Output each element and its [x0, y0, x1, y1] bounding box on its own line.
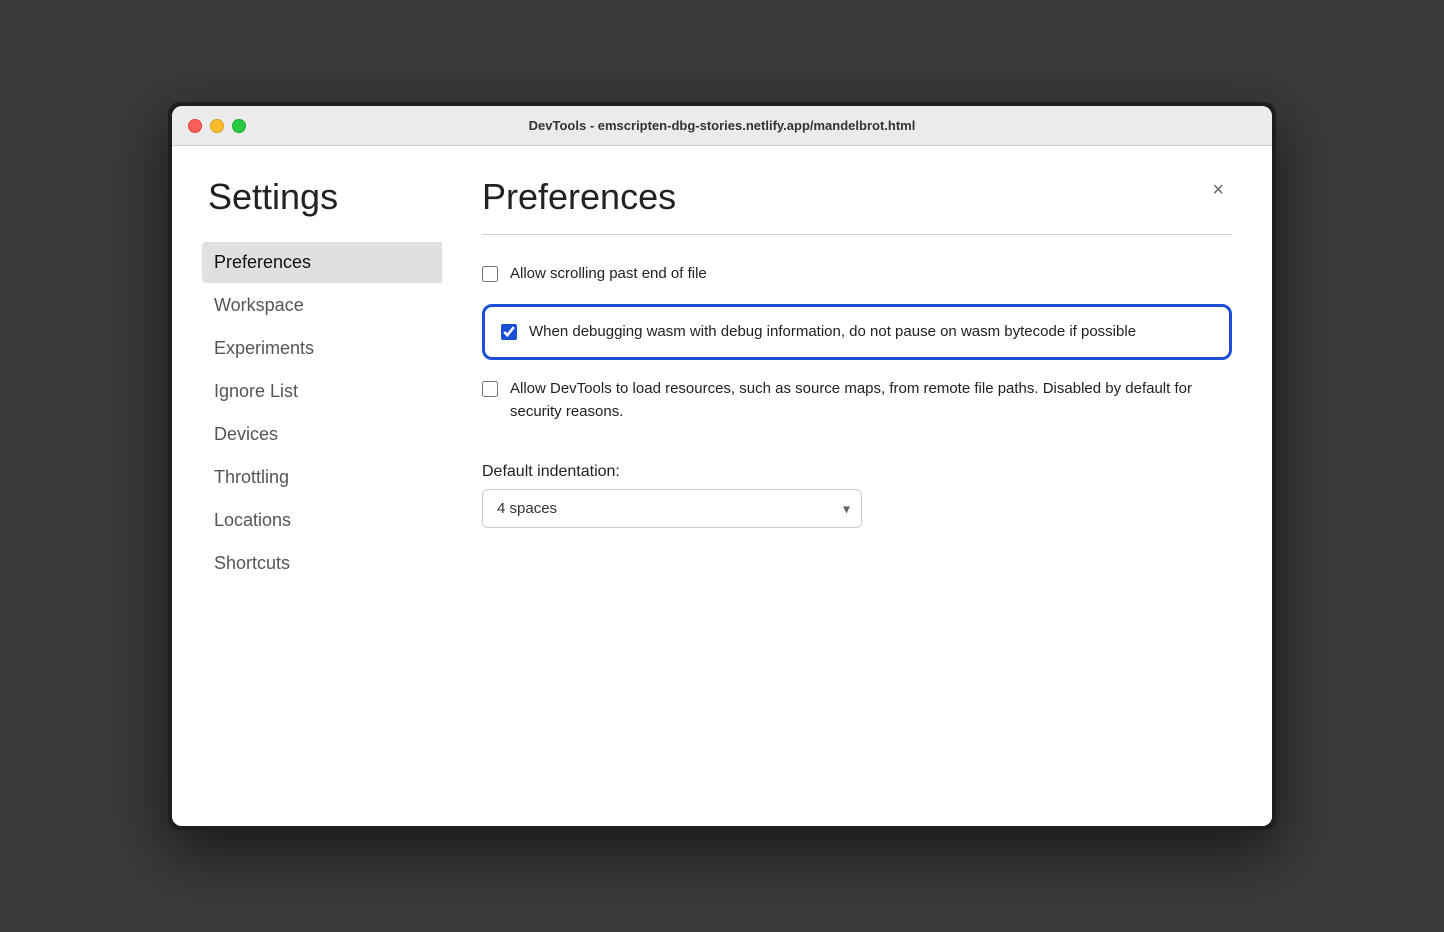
main-window: DevTools - emscripten-dbg-stories.netlif…: [172, 106, 1272, 826]
title-bar: DevTools - emscripten-dbg-stories.netlif…: [172, 106, 1272, 146]
main-content: Settings Preferences Workspace Experimen…: [172, 146, 1272, 826]
wasm-debug-label: When debugging wasm with debug informati…: [529, 321, 1136, 344]
sidebar-item-locations[interactable]: Locations: [202, 500, 442, 541]
minimize-traffic-light[interactable]: [210, 119, 224, 133]
close-traffic-light[interactable]: [188, 119, 202, 133]
maximize-traffic-light[interactable]: [232, 119, 246, 133]
header-divider: [482, 234, 1232, 235]
allow-scrolling-label: Allow scrolling past end of file: [510, 263, 707, 286]
content-header: Preferences ×: [482, 176, 1232, 218]
settings-section: Allow scrolling past end of file When de…: [482, 263, 1232, 528]
content-title: Preferences: [482, 176, 676, 218]
sidebar-item-devices[interactable]: Devices: [202, 414, 442, 455]
wasm-debug-checkbox[interactable]: [501, 324, 517, 340]
sidebar-item-shortcuts[interactable]: Shortcuts: [202, 543, 442, 584]
window-wrapper: DevTools - emscripten-dbg-stories.netlif…: [168, 102, 1276, 830]
indentation-label: Default indentation:: [482, 463, 1232, 481]
remote-paths-checkbox[interactable]: [482, 381, 498, 397]
traffic-lights: [188, 119, 246, 133]
sidebar: Settings Preferences Workspace Experimen…: [172, 146, 442, 826]
allow-scrolling-row: Allow scrolling past end of file: [482, 263, 1232, 286]
sidebar-title: Settings: [202, 176, 442, 218]
remote-paths-label: Allow DevTools to load resources, such a…: [510, 378, 1232, 423]
indentation-dropdown-wrapper: 1 space 2 spaces 4 spaces 8 spaces ▾: [482, 489, 862, 528]
indentation-select[interactable]: 1 space 2 spaces 4 spaces 8 spaces: [482, 489, 862, 528]
wasm-debug-row: When debugging wasm with debug informati…: [482, 304, 1232, 361]
sidebar-item-ignore-list[interactable]: Ignore List: [202, 371, 442, 412]
window-title: DevTools - emscripten-dbg-stories.netlif…: [529, 118, 916, 133]
allow-scrolling-checkbox[interactable]: [482, 266, 498, 282]
sidebar-item-workspace[interactable]: Workspace: [202, 285, 442, 326]
sidebar-item-preferences[interactable]: Preferences: [202, 242, 442, 283]
sidebar-item-throttling[interactable]: Throttling: [202, 457, 442, 498]
remote-paths-row: Allow DevTools to load resources, such a…: [482, 378, 1232, 423]
close-button[interactable]: ×: [1204, 176, 1232, 204]
content-area: Preferences × Allow scrolling past end o…: [442, 146, 1272, 826]
sidebar-item-experiments[interactable]: Experiments: [202, 328, 442, 369]
indentation-section: Default indentation: 1 space 2 spaces 4 …: [482, 451, 1232, 528]
sidebar-nav: Preferences Workspace Experiments Ignore…: [202, 242, 442, 584]
